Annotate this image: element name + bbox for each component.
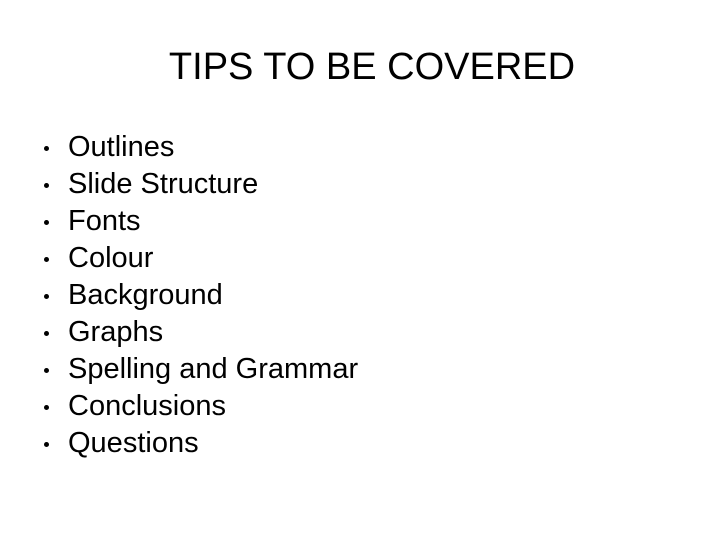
- presentation-slide: TIPS TO BE COVERED Outlines Slide Struct…: [0, 0, 720, 540]
- list-item-label: Graphs: [68, 316, 164, 348]
- round-bullet-icon: [44, 330, 49, 336]
- round-bullet-icon: [44, 404, 49, 410]
- round-bullet-icon: [44, 441, 49, 447]
- list-item[interactable]: Colour: [36, 240, 676, 277]
- list-item-label: Questions: [68, 427, 199, 459]
- list-item-label: Conclusions: [68, 390, 226, 422]
- list-item-label: Fonts: [68, 205, 141, 237]
- round-bullet-icon: [44, 182, 49, 188]
- round-bullet-icon: [44, 219, 49, 225]
- round-bullet-icon: [44, 256, 49, 262]
- list-item-label: Outlines: [68, 131, 175, 163]
- list-item[interactable]: Conclusions: [36, 388, 676, 425]
- list-item[interactable]: Background: [36, 277, 676, 314]
- slide-body: Outlines Slide Structure Fonts Colour Ba…: [36, 129, 676, 462]
- list-item[interactable]: Slide Structure: [36, 166, 676, 203]
- list-item[interactable]: Spelling and Grammar: [36, 351, 676, 388]
- list-item-label: Spelling and Grammar: [68, 353, 359, 385]
- list-item[interactable]: Fonts: [36, 203, 676, 240]
- round-bullet-icon: [44, 145, 49, 151]
- list-item[interactable]: Outlines: [36, 129, 676, 166]
- list-item[interactable]: Graphs: [36, 314, 676, 351]
- list-item-label: Background: [68, 279, 223, 311]
- list-item-label: Slide Structure: [68, 168, 259, 200]
- round-bullet-icon: [44, 293, 49, 299]
- list-item[interactable]: Questions: [36, 425, 676, 462]
- page-title: TIPS TO BE COVERED: [168, 46, 576, 88]
- list-item-label: Colour: [68, 242, 154, 274]
- round-bullet-icon: [44, 367, 49, 373]
- bullet-list: Outlines Slide Structure Fonts Colour Ba…: [36, 129, 676, 462]
